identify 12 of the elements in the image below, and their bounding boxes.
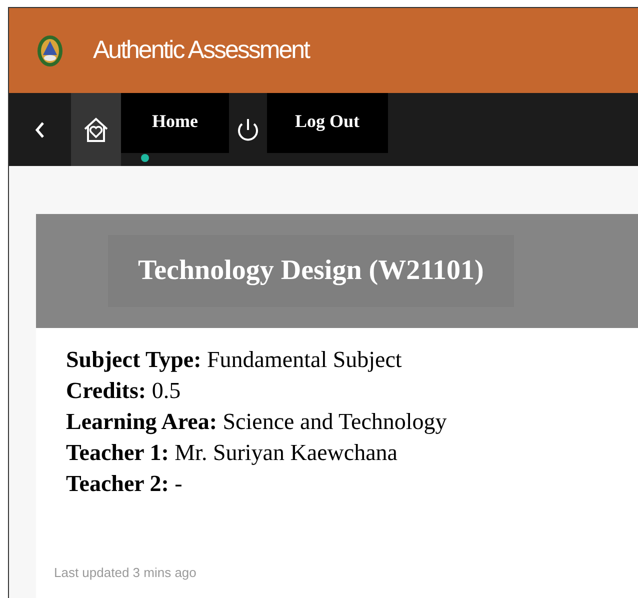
course-detail: Subject Type: Fundamental Subject bbox=[66, 346, 403, 374]
course-detail: Teacher 2: - bbox=[66, 470, 184, 498]
course-detail: Learning Area: Science and Technology bbox=[66, 408, 448, 436]
nav-label: Log Out bbox=[267, 93, 388, 153]
last-updated-text: Last updated 3 mins ago bbox=[53, 564, 198, 582]
course-detail: Credits: 0.5 bbox=[66, 377, 182, 405]
chevron-left-icon bbox=[34, 120, 46, 140]
course-title: Technology Design (W21101) bbox=[108, 235, 514, 307]
emblem-logo bbox=[37, 34, 63, 66]
nav-label: Home bbox=[121, 93, 229, 153]
app-title: Authentic Assessment bbox=[93, 34, 309, 66]
course-detail: Teacher 1: Mr. Suriyan Kaewchana bbox=[66, 439, 399, 467]
